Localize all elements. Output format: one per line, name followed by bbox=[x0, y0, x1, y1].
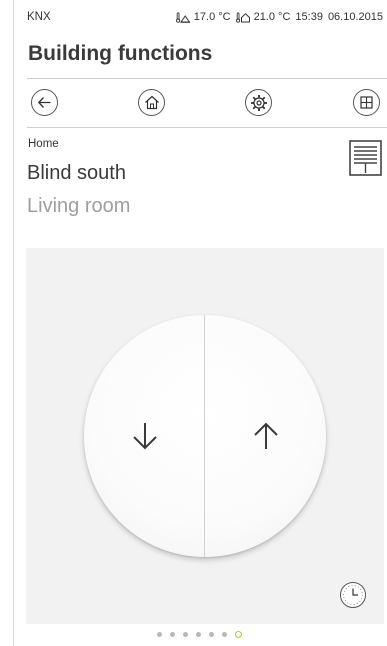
status-bar: KNX 17.0 °C 21.0 °C 15:39 06.10.2015 bbox=[27, 8, 383, 24]
header-divider bbox=[27, 78, 387, 79]
page-title: Building functions bbox=[28, 42, 213, 65]
page-dot[interactable] bbox=[196, 632, 201, 637]
home-button[interactable] bbox=[138, 89, 165, 116]
outdoor-thermometer-icon bbox=[175, 11, 191, 23]
indoor-temperature-value: 21.0 °C bbox=[253, 11, 291, 23]
toolbar-divider bbox=[27, 127, 387, 128]
device-room: Living room bbox=[27, 195, 131, 217]
breadcrumb[interactable]: Home bbox=[28, 138, 59, 150]
page-dot[interactable] bbox=[170, 632, 175, 637]
gear-icon bbox=[250, 94, 267, 111]
rooms-button[interactable] bbox=[353, 89, 380, 116]
clock-icon[interactable] bbox=[339, 581, 367, 609]
dial-divider bbox=[204, 315, 205, 557]
device-title: Blind south bbox=[27, 162, 126, 184]
blind-icon bbox=[349, 140, 382, 176]
clock-time: 15:39 bbox=[295, 11, 323, 23]
house-icon bbox=[144, 95, 159, 110]
page-dot[interactable] bbox=[183, 632, 188, 637]
grid-icon bbox=[360, 96, 373, 109]
page-dot[interactable] bbox=[222, 632, 227, 637]
back-button[interactable] bbox=[31, 89, 58, 116]
settings-button[interactable] bbox=[245, 89, 272, 116]
page-dot[interactable] bbox=[157, 632, 162, 637]
arrow-up-icon bbox=[253, 422, 278, 449]
arrow-left-icon bbox=[37, 97, 51, 108]
page-indicator bbox=[0, 630, 387, 638]
date: 06.10.2015 bbox=[327, 11, 383, 23]
window-edge bbox=[13, 0, 14, 646]
arrow-down-icon bbox=[132, 423, 157, 450]
page-dot-active[interactable] bbox=[235, 631, 242, 638]
outdoor-temperature-value: 17.0 °C bbox=[193, 11, 231, 23]
outdoor-temperature: 17.0 °C bbox=[175, 11, 231, 23]
page-dot[interactable] bbox=[209, 632, 214, 637]
blind-up-button[interactable] bbox=[205, 315, 326, 557]
blind-control-dial bbox=[84, 315, 326, 557]
status-info: 17.0 °C 21.0 °C 15:39 06.10.2015 bbox=[175, 11, 383, 23]
brand-label: KNX bbox=[27, 11, 51, 23]
indoor-thermometer-icon bbox=[235, 11, 250, 23]
indoor-temperature: 21.0 °C bbox=[235, 11, 291, 23]
blind-control-panel bbox=[26, 248, 384, 624]
blind-down-button[interactable] bbox=[84, 315, 205, 557]
